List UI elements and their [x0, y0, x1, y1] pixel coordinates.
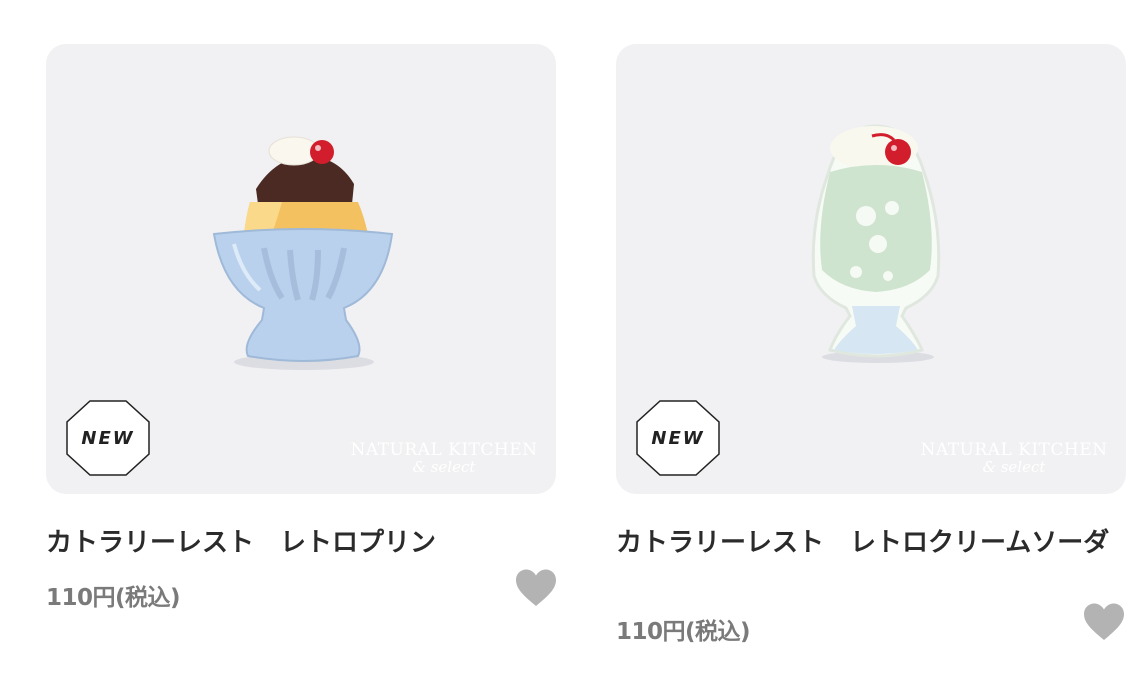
product-title[interactable]: カトラリーレスト レトロプリン	[46, 528, 551, 559]
new-badge-label: NEW	[81, 427, 135, 449]
watermark-brand: NATURAL KITCHEN	[920, 440, 1108, 460]
product-card[interactable]: NEW NATURAL KITCHEN & select カトラリーレスト レト…	[46, 44, 556, 611]
product-price: 110円(税込)	[616, 619, 751, 645]
brand-watermark: NATURAL KITCHEN & select	[344, 440, 544, 476]
heart-icon[interactable]	[514, 568, 558, 608]
heart-icon[interactable]	[1082, 602, 1126, 642]
brand-watermark: NATURAL KITCHEN & select	[914, 440, 1114, 476]
new-badge: NEW	[636, 400, 720, 476]
watermark-sub: & select	[982, 458, 1046, 476]
watermark-sub: & select	[412, 458, 476, 476]
new-badge: NEW	[66, 400, 150, 476]
product-image[interactable]: NEW NATURAL KITCHEN & select	[616, 44, 1126, 494]
new-badge-label: NEW	[651, 427, 705, 449]
product-price: 110円(税込)	[46, 585, 181, 611]
watermark-brand: NATURAL KITCHEN	[350, 440, 538, 460]
product-image[interactable]: NEW NATURAL KITCHEN & select	[46, 44, 556, 494]
product-card[interactable]: NEW NATURAL KITCHEN & select カトラリーレスト レト…	[616, 44, 1126, 645]
product-title[interactable]: カトラリーレスト レトロクリームソーダ	[616, 528, 1121, 559]
